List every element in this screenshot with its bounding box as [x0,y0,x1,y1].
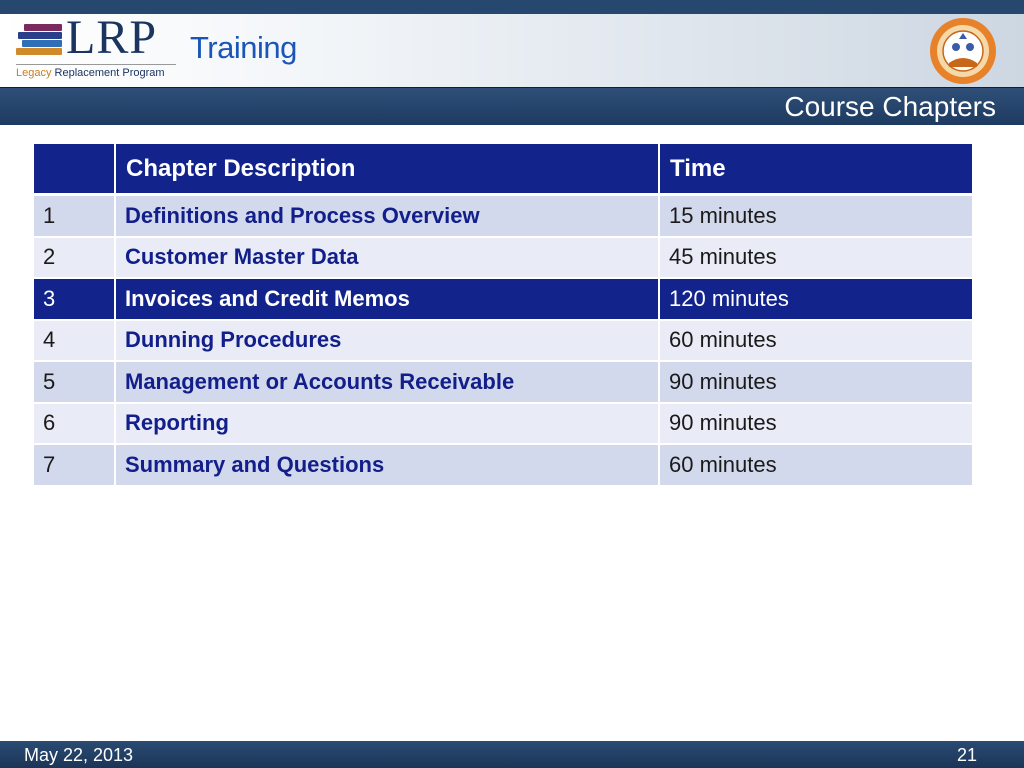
chapter-number: 4 [34,320,116,362]
chapter-description: Summary and Questions [116,445,660,487]
logo-mark: LRP [66,11,158,64]
logo-rule [16,64,176,65]
table-row: 7 Summary and Questions 60 minutes [34,445,972,487]
chapter-number: 6 [34,403,116,445]
table-row: 5 Management or Accounts Receivable 90 m… [34,362,972,404]
title-bar: Course Chapters [0,87,1024,125]
section-label: Training [190,30,297,65]
column-header-number [34,144,116,196]
chapter-description: Management or Accounts Receivable [116,362,660,404]
chapter-time: 90 minutes [660,362,972,404]
table-row: 6 Reporting 90 minutes [34,403,972,445]
chapter-time: 15 minutes [660,196,972,238]
chapter-time: 120 minutes [660,279,972,321]
footer: May 22, 2013 21 [0,741,1024,768]
chapter-number: 1 [34,196,116,238]
chapter-time: 60 minutes [660,445,972,487]
column-header-time: Time [660,144,972,196]
table-row: 1 Definitions and Process Overview 15 mi… [34,196,972,238]
page-number: 21 [956,745,977,765]
chapter-description: Dunning Procedures [116,320,660,362]
chapter-time: 90 minutes [660,403,972,445]
chapter-number: 7 [34,445,116,487]
table-row: 2 Customer Master Data 45 minutes [34,237,972,279]
footer-date: May 22, 2013 [24,745,134,765]
chapter-number: 2 [34,237,116,279]
logo-subtitle-accent: Legacy [16,67,52,79]
table-header-row: Chapter Description Time [34,144,972,196]
logo-subtitle-rest: Replacement Program [51,67,165,79]
books-icon [16,20,66,60]
chapter-time: 60 minutes [660,320,972,362]
table-row-highlighted: 3 Invoices and Credit Memos 120 minutes [34,279,972,321]
chapter-number: 3 [34,279,116,321]
slide-title: Course Chapters [784,91,996,122]
table-row: 4 Dunning Procedures 60 minutes [34,320,972,362]
chapter-description: Reporting [116,403,660,445]
chapter-description: Customer Master Data [116,237,660,279]
chapter-description: Definitions and Process Overview [116,196,660,238]
logo-subtitle: Legacy Replacement Program [16,67,165,79]
chapter-time: 45 minutes [660,237,972,279]
chapter-number: 5 [34,362,116,404]
chapters-table: Chapter Description Time 1 Definitions a… [34,144,972,487]
lrp-logo: LRP Legacy Replacement Program [16,14,186,82]
district-seal-icon [930,18,996,84]
column-header-description: Chapter Description [116,144,660,196]
chapter-description: Invoices and Credit Memos [116,279,660,321]
